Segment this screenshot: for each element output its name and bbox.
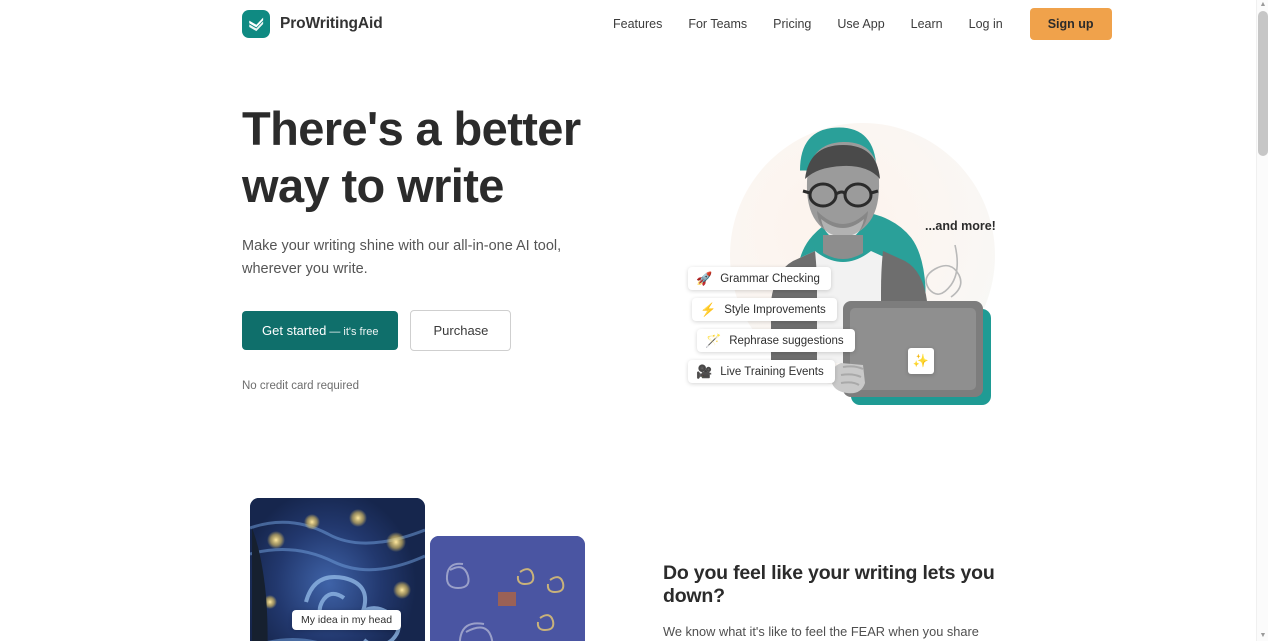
- idea-comparison-images: My idea in my head: [242, 498, 642, 641]
- nav-item-pricing[interactable]: Pricing: [760, 11, 824, 37]
- and-more-annotation: ...and more!: [925, 219, 996, 233]
- feature-chip-label: Style Improvements: [724, 303, 826, 316]
- page-scrollbar[interactable]: ▲ ▼: [1256, 0, 1268, 641]
- feature-chip-list: 🚀 Grammar Checking ⚡ Style Improvements …: [688, 267, 888, 391]
- feature-chip-label: Grammar Checking: [720, 272, 820, 285]
- section-body: We know what it's like to feel the FEAR …: [663, 624, 979, 639]
- hero-cta-group: Get started — it's free Purchase: [242, 310, 642, 351]
- nav-item-use-app[interactable]: Use App: [824, 11, 897, 37]
- hero-subtitle: Make your writing shine with our all-in-…: [242, 238, 562, 277]
- site-header: ProWritingAid Features For Teams Pricing…: [0, 0, 1256, 48]
- no-credit-card-note: No credit card required: [242, 380, 359, 392]
- video-camera-icon: 🎥: [696, 364, 713, 379]
- get-started-free-label: — it's free: [329, 326, 379, 338]
- sparkle-icon: ✨: [908, 348, 934, 374]
- lightning-icon: ⚡: [700, 302, 717, 317]
- idea-caption-tag: My idea in my head: [292, 610, 402, 630]
- section-copy: Do you feel like your writing lets you d…: [663, 562, 1013, 641]
- hero-illustration: ...and more! ✨ 🚀 Grammar Checking ⚡ Styl…: [655, 103, 1015, 433]
- nav-item-log-in[interactable]: Log in: [956, 11, 1016, 37]
- scroll-down-arrow-icon[interactable]: ▼: [1257, 631, 1268, 641]
- sign-up-button[interactable]: Sign up: [1029, 8, 1112, 40]
- hero-title-line-1: There's a better: [242, 102, 581, 155]
- get-started-label: Get started: [262, 323, 327, 338]
- rocket-icon: 🚀: [696, 271, 713, 286]
- brand-logo-link[interactable]: ProWritingAid: [242, 10, 383, 38]
- feature-chip-live-training-events[interactable]: 🎥 Live Training Events: [688, 360, 835, 383]
- section-title: Do you feel like your writing lets you d…: [663, 562, 995, 607]
- crude-drawing-image: [430, 536, 585, 641]
- page-root: ProWritingAid Features For Teams Pricing…: [0, 0, 1256, 641]
- brand-name: ProWritingAid: [280, 15, 383, 32]
- nav-item-features[interactable]: Features: [600, 11, 675, 37]
- scroll-up-arrow-icon[interactable]: ▲: [1257, 0, 1268, 10]
- feature-chip-label: Rephrase suggestions: [729, 334, 844, 347]
- nav-item-learn[interactable]: Learn: [898, 11, 956, 37]
- get-started-button[interactable]: Get started — it's free: [242, 311, 399, 350]
- prowritingaid-logo-icon: [242, 10, 270, 38]
- scroll-thumb[interactable]: [1258, 11, 1268, 156]
- main-navigation: Features For Teams Pricing Use App Learn…: [600, 0, 1112, 48]
- feature-chip-style-improvements[interactable]: ⚡ Style Improvements: [692, 298, 837, 321]
- nav-item-for-teams[interactable]: For Teams: [675, 11, 760, 37]
- hero-copy: There's a better way to write Make your …: [242, 100, 642, 392]
- hero-section: There's a better way to write Make your …: [0, 48, 1256, 498]
- feature-chip-grammar-checking[interactable]: 🚀 Grammar Checking: [688, 267, 831, 290]
- magic-wand-icon: 🪄: [705, 333, 722, 348]
- feature-chip-label: Live Training Events: [720, 365, 824, 378]
- feature-chip-rephrase-suggestions[interactable]: 🪄 Rephrase suggestions: [697, 329, 855, 352]
- purchase-button[interactable]: Purchase: [410, 310, 512, 351]
- hero-title-line-2: way to write: [242, 159, 504, 212]
- page-title: There's a better way to write: [242, 100, 642, 214]
- writing-lets-you-down-section: My idea in my head Do you feel like your…: [0, 470, 1256, 641]
- doodle-arrow-icon: [925, 244, 962, 298]
